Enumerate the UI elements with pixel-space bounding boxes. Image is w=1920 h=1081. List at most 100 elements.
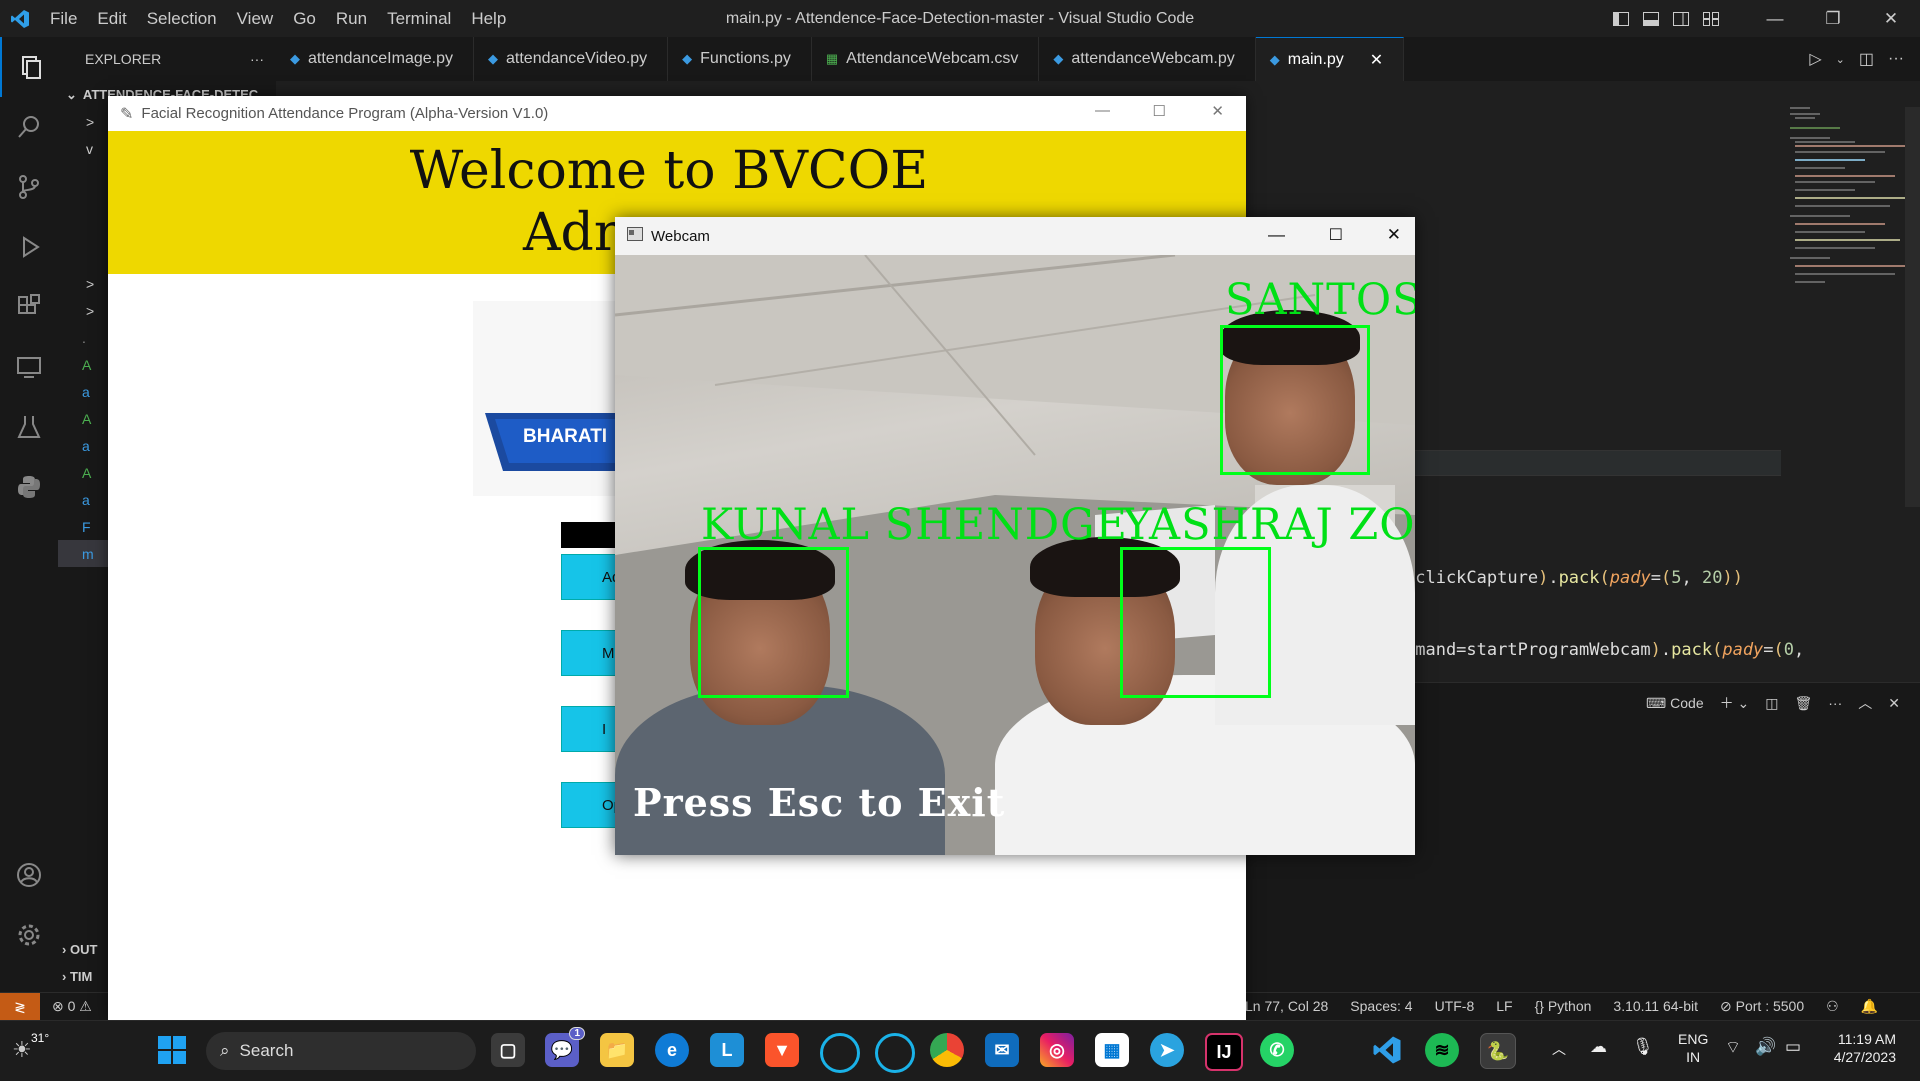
face-box-yashraj-zope [1120, 547, 1271, 698]
settings-gear-icon[interactable] [0, 905, 58, 965]
menu-terminal[interactable]: Terminal [377, 0, 461, 37]
close-panel-icon[interactable]: ✕ [1888, 695, 1900, 712]
webcam-minimize-button[interactable]: — [1268, 225, 1285, 245]
battery-icon[interactable]: ▭ [1785, 1037, 1801, 1057]
microsoft-store-icon[interactable]: ▦ [1095, 1033, 1129, 1067]
tab-attendanceimage[interactable]: ◆ attendanceImage.py [276, 37, 474, 81]
menu-edit[interactable]: Edit [87, 0, 136, 37]
instagram-icon[interactable]: ◎ [1040, 1033, 1074, 1067]
minimize-button[interactable]: — [1746, 0, 1804, 37]
spotify-icon[interactable]: ≋ [1425, 1033, 1459, 1067]
customize-layout-icon[interactable] [1696, 0, 1726, 37]
tk-maximize-button[interactable]: ☐ [1153, 102, 1166, 120]
microphone-icon[interactable]: 🎙 [1632, 1037, 1654, 1057]
kill-terminal-icon[interactable]: 🗑 [1794, 695, 1812, 712]
explorer-row-glyph: > [86, 113, 95, 130]
webcam-maximize-button[interactable]: ☐ [1329, 225, 1343, 245]
line-ending[interactable]: LF [1496, 998, 1512, 1015]
tab-main[interactable]: ◆ main.py ✕ [1255, 37, 1405, 82]
live-server-port[interactable]: ⊘ Port : 5500 [1720, 998, 1804, 1015]
webcam-close-button[interactable]: ✕ [1387, 225, 1401, 245]
tk-minimize-button[interactable]: — [1095, 102, 1110, 119]
outline-section[interactable]: › OUT [62, 942, 97, 957]
toggle-panel-icon[interactable] [1636, 0, 1666, 37]
tab-functions[interactable]: ◆ Functions.py [668, 37, 812, 81]
file-explorer-icon[interactable]: 📁 [600, 1033, 634, 1067]
python-interpreter[interactable]: 3.10.11 64-bit [1613, 998, 1698, 1015]
tab-label: attendanceImage.py [308, 50, 453, 67]
timeline-section[interactable]: › TIM [62, 969, 92, 984]
new-terminal-icon[interactable]: ＋ ⌄ [1720, 693, 1750, 713]
language-mode[interactable]: {} Python [1535, 998, 1592, 1015]
tab-attendancevideo[interactable]: ◆ attendanceVideo.py [474, 37, 669, 81]
alexa-icon[interactable] [820, 1033, 860, 1073]
notifications-bell-icon[interactable]: 🔔 [1861, 998, 1878, 1015]
explorer-more-icon[interactable]: ··· [250, 51, 264, 67]
extensions-icon[interactable] [0, 277, 58, 337]
accounts-status-icon[interactable]: ⚇ [1826, 998, 1839, 1015]
start-button[interactable] [155, 1033, 189, 1067]
indentation[interactable]: Spaces: 4 [1350, 998, 1412, 1015]
menu-help[interactable]: Help [461, 0, 516, 37]
menu-view[interactable]: View [227, 0, 284, 37]
tk-close-button[interactable]: ✕ [1211, 102, 1224, 120]
weather-widget[interactable]: ☀ 31° [12, 1031, 52, 1071]
search-placeholder: Search [239, 1041, 294, 1060]
code-line: mmand=startProgramWebcam).pack(pady=(0, [1405, 640, 1805, 660]
editor-scrollbar[interactable] [1905, 107, 1920, 507]
csv-file-icon: ▦ [825, 51, 839, 66]
maximize-button[interactable]: ❐ [1804, 0, 1862, 37]
menu-go[interactable]: Go [283, 0, 326, 37]
volume-icon[interactable]: 🔊 [1755, 1037, 1776, 1057]
close-tab-icon[interactable]: ✕ [1370, 50, 1383, 70]
problems-indicator[interactable]: ⊗ 0 ⚠ [52, 998, 92, 1015]
encoding[interactable]: UTF-8 [1435, 998, 1475, 1015]
panel-more-icon[interactable]: ··· [1828, 695, 1842, 711]
vscode-taskbar-icon[interactable] [1370, 1033, 1404, 1067]
chrome-icon[interactable] [930, 1033, 964, 1067]
remote-explorer-icon[interactable] [0, 337, 58, 397]
close-button[interactable]: ✕ [1862, 0, 1920, 37]
clock[interactable]: 11:19 AM 4/27/2023 [1818, 1030, 1896, 1066]
show-hidden-icons[interactable]: ︿ [1552, 1039, 1566, 1059]
tab-attendancewebcam-csv[interactable]: ▦ AttendanceWebcam.csv [811, 37, 1040, 81]
mail-icon[interactable]: ✉ [985, 1033, 1019, 1067]
testing-icon[interactable] [0, 397, 58, 457]
menu-run[interactable]: Run [326, 0, 377, 37]
python-icon[interactable] [0, 457, 58, 517]
chat-icon[interactable]: 💬 1 [545, 1027, 585, 1067]
telegram-icon[interactable]: ➤ [1150, 1033, 1184, 1067]
menu-file[interactable]: File [40, 0, 87, 37]
whatsapp-icon[interactable]: ✆ [1260, 1033, 1294, 1067]
task-view-icon[interactable]: ▢ [491, 1033, 525, 1067]
accounts-icon[interactable] [0, 845, 58, 905]
run-dropdown-icon[interactable]: ⌄ [1836, 53, 1845, 66]
split-editor-icon[interactable]: ◫ [1859, 49, 1874, 69]
menu-selection[interactable]: Selection [137, 0, 227, 37]
source-control-icon[interactable] [0, 157, 58, 217]
cursor-position[interactable]: Ln 77, Col 28 [1245, 998, 1328, 1015]
remote-indicator-icon[interactable]: ≷ [0, 993, 40, 1021]
terminal-shell-icon[interactable]: ⌨ Code [1646, 695, 1704, 712]
cortana-icon[interactable] [875, 1033, 915, 1073]
tab-attendancewebcam[interactable]: ◆ attendanceWebcam.py [1039, 37, 1256, 81]
l-app-icon[interactable]: L [710, 1033, 744, 1067]
split-terminal-icon[interactable]: ◫ [1765, 695, 1778, 712]
taskbar-search[interactable]: ⌕ Search [206, 1032, 476, 1070]
edge-browser-icon[interactable]: e [655, 1033, 689, 1067]
region-code: IN [1686, 1049, 1701, 1065]
python-taskbar-icon[interactable]: 🐍 [1480, 1033, 1516, 1069]
jetbrains-icon[interactable]: IJ [1205, 1033, 1243, 1071]
search-icon[interactable] [0, 97, 58, 157]
explorer-icon[interactable] [0, 37, 60, 97]
language-indicator[interactable]: ENG IN [1678, 1030, 1708, 1066]
wifi-icon[interactable]: ⌔ [1725, 1037, 1741, 1058]
maximize-panel-icon[interactable]: ︿ [1858, 693, 1872, 713]
editor-more-icon[interactable]: ··· [1888, 50, 1904, 68]
onedrive-icon[interactable]: ☁ [1590, 1037, 1607, 1057]
run-python-file-icon[interactable]: ▷ [1809, 49, 1821, 69]
run-debug-icon[interactable] [0, 217, 58, 277]
toggle-secondary-sidebar-icon[interactable] [1666, 0, 1696, 37]
brave-browser-icon[interactable]: ▼ [765, 1033, 799, 1067]
toggle-primary-sidebar-icon[interactable] [1606, 0, 1636, 37]
